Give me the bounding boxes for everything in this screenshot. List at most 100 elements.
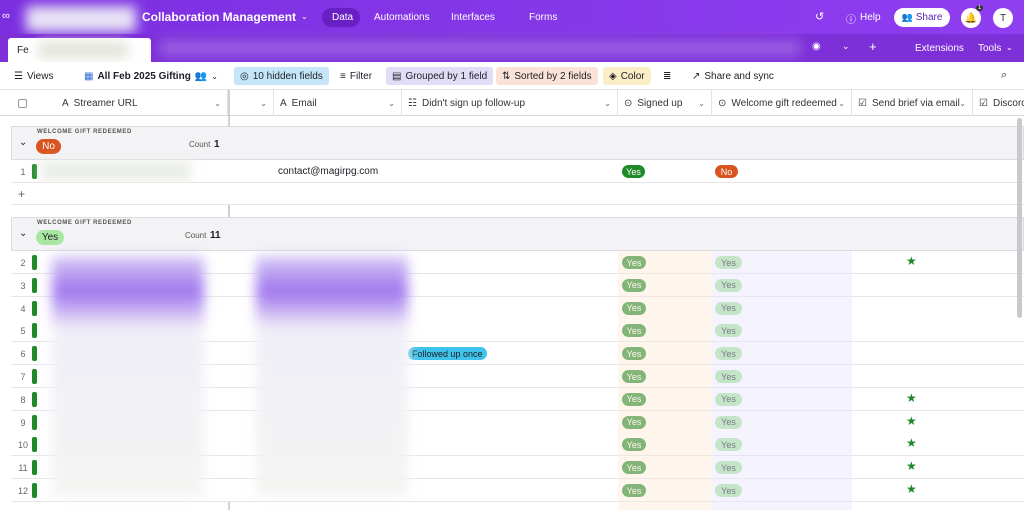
welcome-gift-badge: Yes (715, 301, 742, 315)
collapse-chevron-icon[interactable]: ⌄ (19, 228, 27, 239)
column-header-hidden[interactable]: ⌄ (230, 90, 274, 116)
circle-arrow-icon[interactable]: ◉ (812, 41, 821, 52)
signed-up-badge: Yes (622, 461, 646, 475)
email-image-blurred (256, 256, 408, 496)
row-color-bar (32, 346, 37, 362)
notifications-button[interactable]: 🔔 (961, 8, 981, 28)
filter-label: Filter (349, 70, 373, 82)
row-height-button[interactable]: ≣ (657, 67, 677, 85)
help-button[interactable]: Help (860, 12, 881, 23)
row1-streamer-blurred (41, 162, 191, 180)
share-label: Share (915, 12, 943, 23)
nav-interfaces[interactable]: Interfaces (451, 12, 495, 23)
share-button[interactable]: 👥 Share (894, 8, 950, 27)
avatar[interactable]: T (993, 8, 1013, 28)
group-count-label: Count (189, 140, 211, 149)
signed-up-badge: Yes (622, 392, 646, 406)
row-height-icon: ≣ (663, 70, 672, 82)
column-header-discord[interactable]: ☑ Discord (973, 90, 1024, 116)
column-label: Streamer URL (73, 97, 138, 109)
single-select-icon: ⊙ (718, 97, 727, 109)
filter-button[interactable]: ≡ Filter (334, 67, 378, 85)
email-cell[interactable]: contact@magirpg.com (278, 166, 378, 177)
color-button[interactable]: ◈ Color (603, 67, 651, 85)
share-sync-button[interactable]: ↗ Share and sync (686, 67, 780, 85)
list-icon: ☷ (408, 97, 417, 109)
other-tabs-blurred (160, 40, 800, 56)
column-label: Email (291, 97, 317, 109)
column-header-followup[interactable]: ☷ Didn't sign up follow-up ⌄ (402, 90, 618, 116)
select-all-checkbox-cell[interactable] (0, 90, 56, 116)
column-label: Signed up (637, 97, 683, 109)
text-field-icon: A (62, 97, 69, 109)
group-count-label: Count (185, 231, 207, 240)
column-header-streamer-url[interactable]: A Streamer URL ⌄ (56, 90, 228, 116)
group-button[interactable]: ▤ Grouped by 1 field (386, 67, 494, 85)
nav-automations[interactable]: Automations (374, 12, 430, 23)
chevron-down-icon[interactable]: ⌄ (301, 12, 308, 21)
search-icon[interactable]: ⌕ (1001, 69, 1007, 82)
chevron-down-icon[interactable]: ⌄ (214, 99, 221, 108)
signed-up-badge: Yes (622, 256, 646, 269)
welcome-gift-badge: Yes (715, 484, 742, 497)
add-row[interactable]: + (11, 183, 1024, 205)
welcome-gift-badge: Yes (715, 324, 742, 338)
extensions-button[interactable]: Extensions (915, 43, 964, 54)
view-switcher[interactable]: ▦ All Feb 2025 Gifting 👥 ⌄ (78, 67, 224, 85)
history-icon[interactable]: ↺ (815, 10, 824, 23)
grid-icon: ▦ (84, 70, 94, 82)
column-header-signed-up[interactable]: ⊙ Signed up ⌄ (618, 90, 712, 116)
share-arrow-icon: ↗ (692, 70, 701, 82)
app-logo-icon[interactable]: ∞ (2, 10, 10, 22)
chevron-down-icon[interactable]: ⌄ (1006, 43, 1013, 52)
nav-data-label: Data (332, 12, 354, 23)
vertical-scrollbar[interactable] (1017, 118, 1022, 318)
help-icon[interactable]: ⓘ (846, 11, 856, 26)
chevron-down-icon[interactable]: ⌄ (838, 99, 845, 108)
column-label: Discord (992, 97, 1024, 109)
views-button[interactable]: ☰ Views (8, 67, 59, 85)
star-icon: ★ (906, 482, 917, 496)
group-value-badge: No (36, 139, 61, 154)
chevron-down-icon[interactable]: ⌄ (260, 99, 267, 108)
column-header-welcome-gift[interactable]: ⊙ Welcome gift redeemed ⌄ (712, 90, 852, 116)
chevron-down-icon[interactable]: ⌄ (959, 99, 966, 108)
row-color-bar (32, 437, 37, 453)
welcome-gift-badge: Yes (715, 392, 742, 406)
chevron-down-icon[interactable]: ⌄ (388, 99, 395, 108)
add-row-icon[interactable]: + (18, 187, 25, 201)
chevron-down-icon[interactable]: ⌄ (698, 99, 705, 108)
tools-button[interactable]: Tools (978, 43, 1001, 54)
base-icon-blurred (26, 6, 136, 32)
sort-button[interactable]: ⇅ Sorted by 2 fields (496, 67, 598, 85)
table-row[interactable]: 1 contact@magirpg.com Yes No (11, 160, 1024, 183)
welcome-gift-badge: Yes (715, 256, 742, 269)
people-icon: 👥 (194, 70, 208, 82)
group-header-yes[interactable] (11, 217, 1024, 251)
nav-forms[interactable]: Forms (529, 12, 557, 23)
base-title[interactable]: Collaboration Management (142, 10, 296, 24)
hidden-fields-label: 10 hidden fields (252, 70, 323, 82)
add-table-icon[interactable]: + (869, 39, 877, 54)
signed-up-badge: Yes (622, 347, 646, 361)
text-field-icon: A (280, 97, 287, 109)
tab-label-blurred (38, 42, 128, 58)
checkbox-icon: ☑ (979, 97, 988, 109)
collapse-chevron-icon[interactable]: ⌄ (19, 137, 27, 148)
group-value-badge: Yes (36, 230, 64, 245)
group-header-no[interactable] (11, 126, 1024, 160)
single-select-icon: ⊙ (624, 97, 633, 109)
chevron-down-icon[interactable]: ⌄ (604, 99, 611, 108)
column-header-email[interactable]: A Email ⌄ (274, 90, 402, 116)
star-icon: ★ (906, 390, 917, 405)
checkbox-icon: ☑ (858, 97, 867, 109)
chevron-down-icon[interactable]: ⌄ (842, 41, 850, 52)
welcome-gift-badge: Yes (715, 415, 742, 429)
welcome-gift-badge: Yes (715, 278, 742, 292)
color-label: Color (620, 70, 645, 82)
hidden-fields-button[interactable]: ◎ 10 hidden fields (234, 67, 329, 85)
table-tabs-bar: Fe ◉ ⌄ + Extensions Tools ⌄ (0, 34, 1024, 62)
star-icon: ★ (906, 459, 917, 474)
column-header-send-brief[interactable]: ☑ Send brief via email ⌄ (852, 90, 973, 116)
table-tab-active[interactable]: Fe (8, 38, 151, 62)
